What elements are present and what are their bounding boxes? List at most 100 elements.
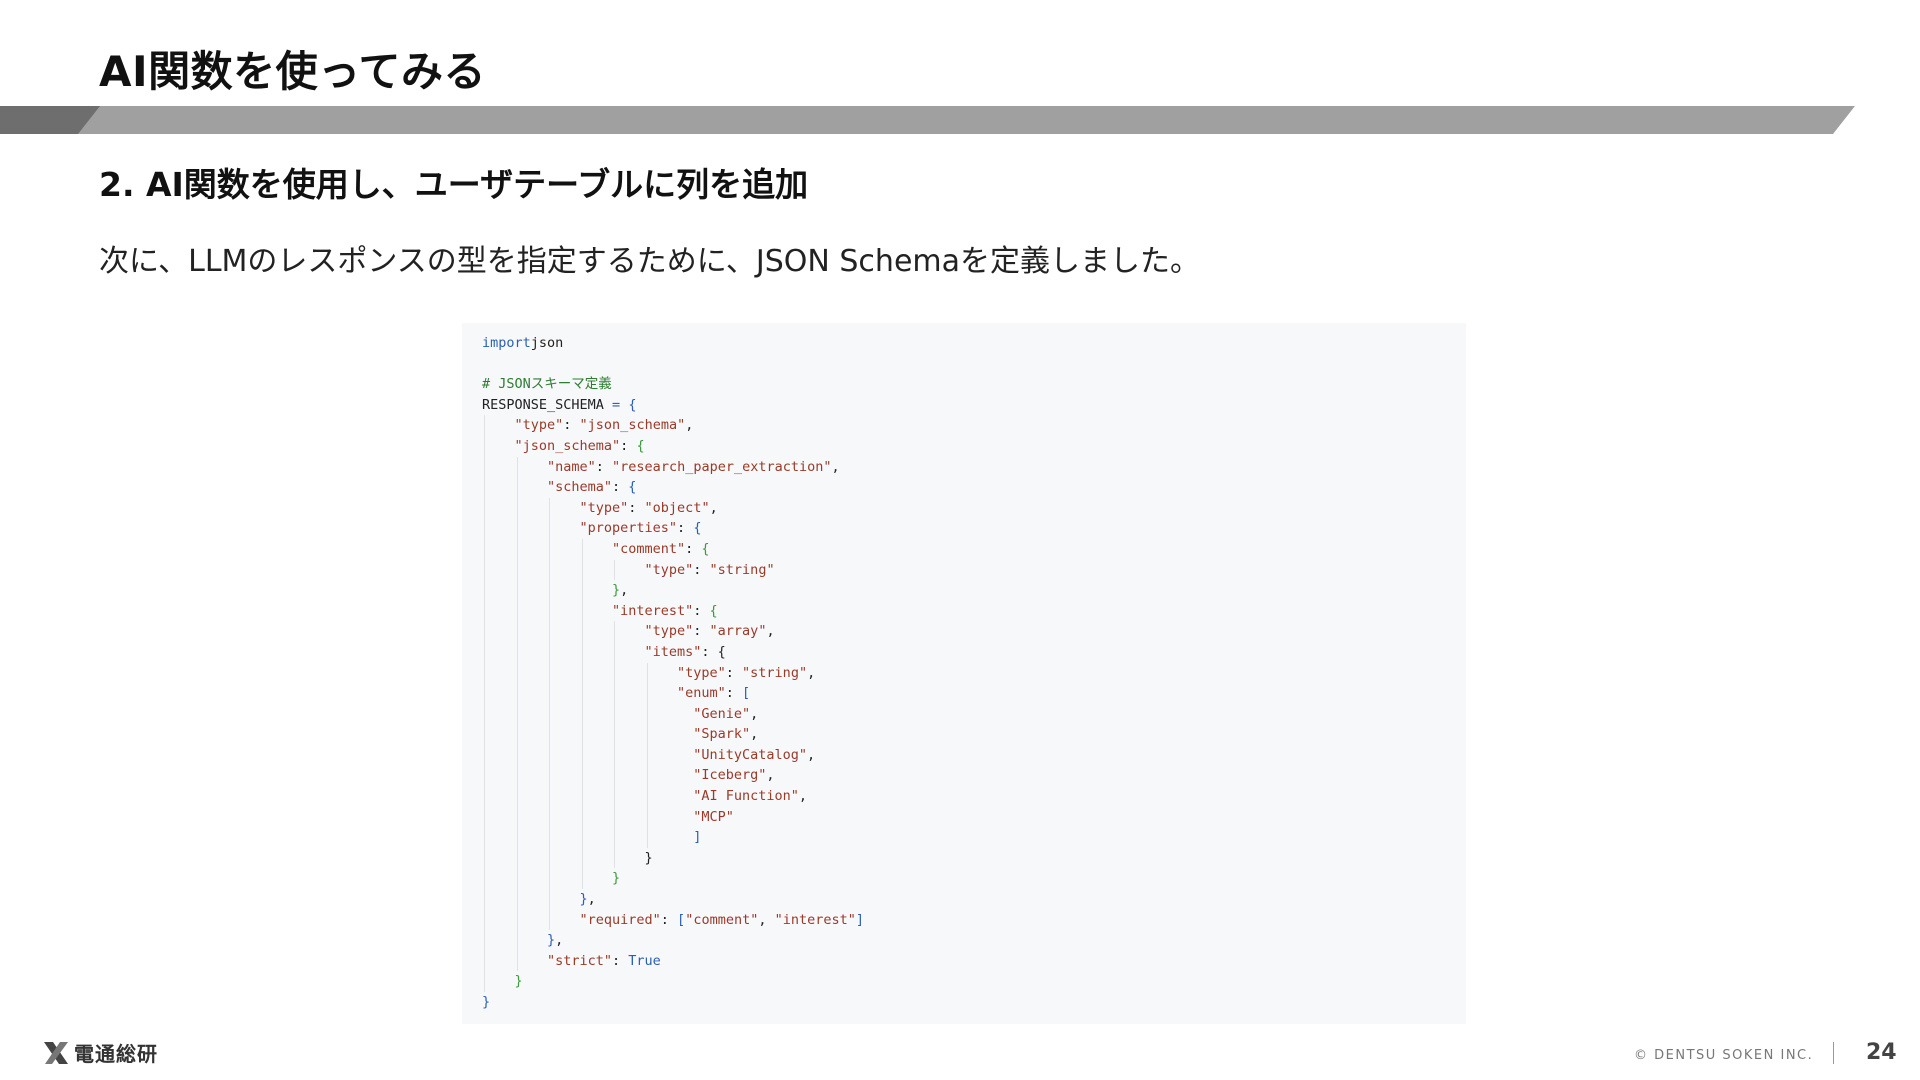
code-text: "type": "string"	[645, 562, 775, 578]
logo-mark-icon	[44, 1041, 68, 1064]
code-token: [	[742, 685, 751, 702]
indent-guide	[581, 786, 583, 807]
code-token: "type"	[677, 664, 726, 681]
code-token: :	[595, 458, 613, 475]
title-divider-bar	[0, 106, 1855, 134]
code-token: "enum"	[677, 685, 726, 702]
code-token: ,	[807, 746, 816, 763]
code-line: "name": "research_paper_extraction",	[482, 456, 864, 478]
code-token: "name"	[547, 458, 596, 475]
code-token: "properties"	[579, 520, 678, 537]
company-logo: 電通総研	[42, 1038, 158, 1067]
code-text: },	[612, 582, 628, 598]
indent-guide	[516, 724, 518, 745]
code-token: :	[693, 623, 710, 640]
code-token: # JSONスキーマ定義	[482, 376, 612, 393]
code-line: "comment": {	[482, 538, 864, 560]
indent-guide	[549, 497, 550, 519]
code-token: :	[725, 664, 743, 681]
code-token: :	[660, 911, 678, 928]
indent-guide	[614, 847, 615, 869]
indent-guide	[516, 827, 518, 848]
indent-guide	[581, 806, 583, 828]
indent-guide	[646, 703, 648, 725]
indent-guide	[581, 847, 583, 869]
indent-guide	[581, 600, 583, 622]
code-token: True	[628, 952, 661, 969]
code-token: ,	[750, 726, 759, 743]
code-line: }	[482, 971, 864, 992]
indent-guide	[549, 744, 550, 766]
code-token: json	[530, 335, 564, 351]
code-block: importjson # JSONスキーマ定義 RESPONSE_SCHEMA = …	[482, 333, 864, 1013]
code-line: "enum": [	[482, 683, 864, 704]
indent-guide	[614, 641, 615, 663]
code-token: "type"	[579, 499, 629, 516]
code-line: "type": "object",	[482, 497, 864, 519]
indent-guide	[484, 724, 485, 745]
indent-guide	[484, 683, 485, 704]
indent-guide	[549, 724, 550, 745]
indent-guide	[581, 580, 583, 601]
indent-guide	[516, 744, 518, 766]
indent-guide	[614, 786, 615, 807]
indent-guide	[581, 703, 583, 725]
indent-guide	[581, 724, 583, 745]
code-token: {	[628, 479, 637, 496]
indent-guide	[484, 538, 485, 560]
code-token: {	[620, 396, 637, 413]
code-text: }	[515, 973, 523, 989]
code-text: "enum": [	[677, 685, 750, 701]
code-line: },	[482, 889, 864, 910]
indent-guide	[549, 806, 550, 828]
code-line: },	[482, 580, 864, 601]
indent-guide	[549, 868, 550, 890]
indent-guide	[484, 971, 485, 992]
code-token: ,	[766, 623, 775, 640]
indent-guide	[484, 765, 485, 787]
code-line: ]	[482, 827, 864, 848]
code-line: # JSONスキーマ定義	[482, 374, 864, 395]
code-token: ,	[555, 932, 564, 949]
indent-guide	[484, 497, 485, 519]
indent-guide	[484, 641, 485, 663]
code-line: "type": "json_schema",	[482, 415, 864, 436]
code-text: "items": {	[645, 644, 726, 660]
code-text: "type": "string",	[677, 665, 815, 681]
code-text: "interest": {	[612, 603, 718, 619]
code-text: "properties": {	[580, 520, 702, 536]
code-token: =	[612, 396, 621, 413]
code-line: "AI Function",	[482, 786, 864, 807]
indent-guide	[516, 950, 518, 972]
code-token: "interest"	[774, 911, 856, 928]
code-line: "schema": {	[482, 477, 864, 498]
indent-guide	[549, 889, 550, 910]
indent-guide	[614, 724, 615, 745]
indent-guide	[614, 744, 615, 766]
code-token: {	[636, 437, 645, 454]
code-text: "strict": True	[547, 953, 661, 969]
code-token: "research_paper_extraction"	[612, 458, 832, 475]
indent-guide	[646, 662, 648, 684]
copyright-text: © DENTSU SOKEN INC.	[1634, 1048, 1814, 1063]
code-token: ,	[798, 788, 808, 805]
indent-guide	[549, 786, 550, 807]
indent-guide	[581, 538, 583, 560]
code-token: [	[677, 911, 686, 928]
code-token: :	[693, 561, 710, 578]
code-token: :	[628, 499, 645, 516]
code-line: "properties": {	[482, 518, 864, 539]
indent-guide	[516, 765, 518, 787]
indent-guide	[549, 518, 550, 539]
slide-title: AI関数を使ってみる	[99, 47, 487, 96]
code-line: }	[482, 868, 864, 890]
indent-guide	[516, 909, 518, 931]
indent-guide	[646, 724, 648, 745]
indent-guide	[581, 641, 583, 663]
indent-guide	[549, 600, 550, 622]
indent-guide	[516, 600, 518, 622]
code-line: "Spark",	[482, 724, 864, 745]
code-token: ,	[758, 911, 775, 928]
code-token: }	[612, 582, 621, 599]
code-token: :	[701, 643, 718, 660]
